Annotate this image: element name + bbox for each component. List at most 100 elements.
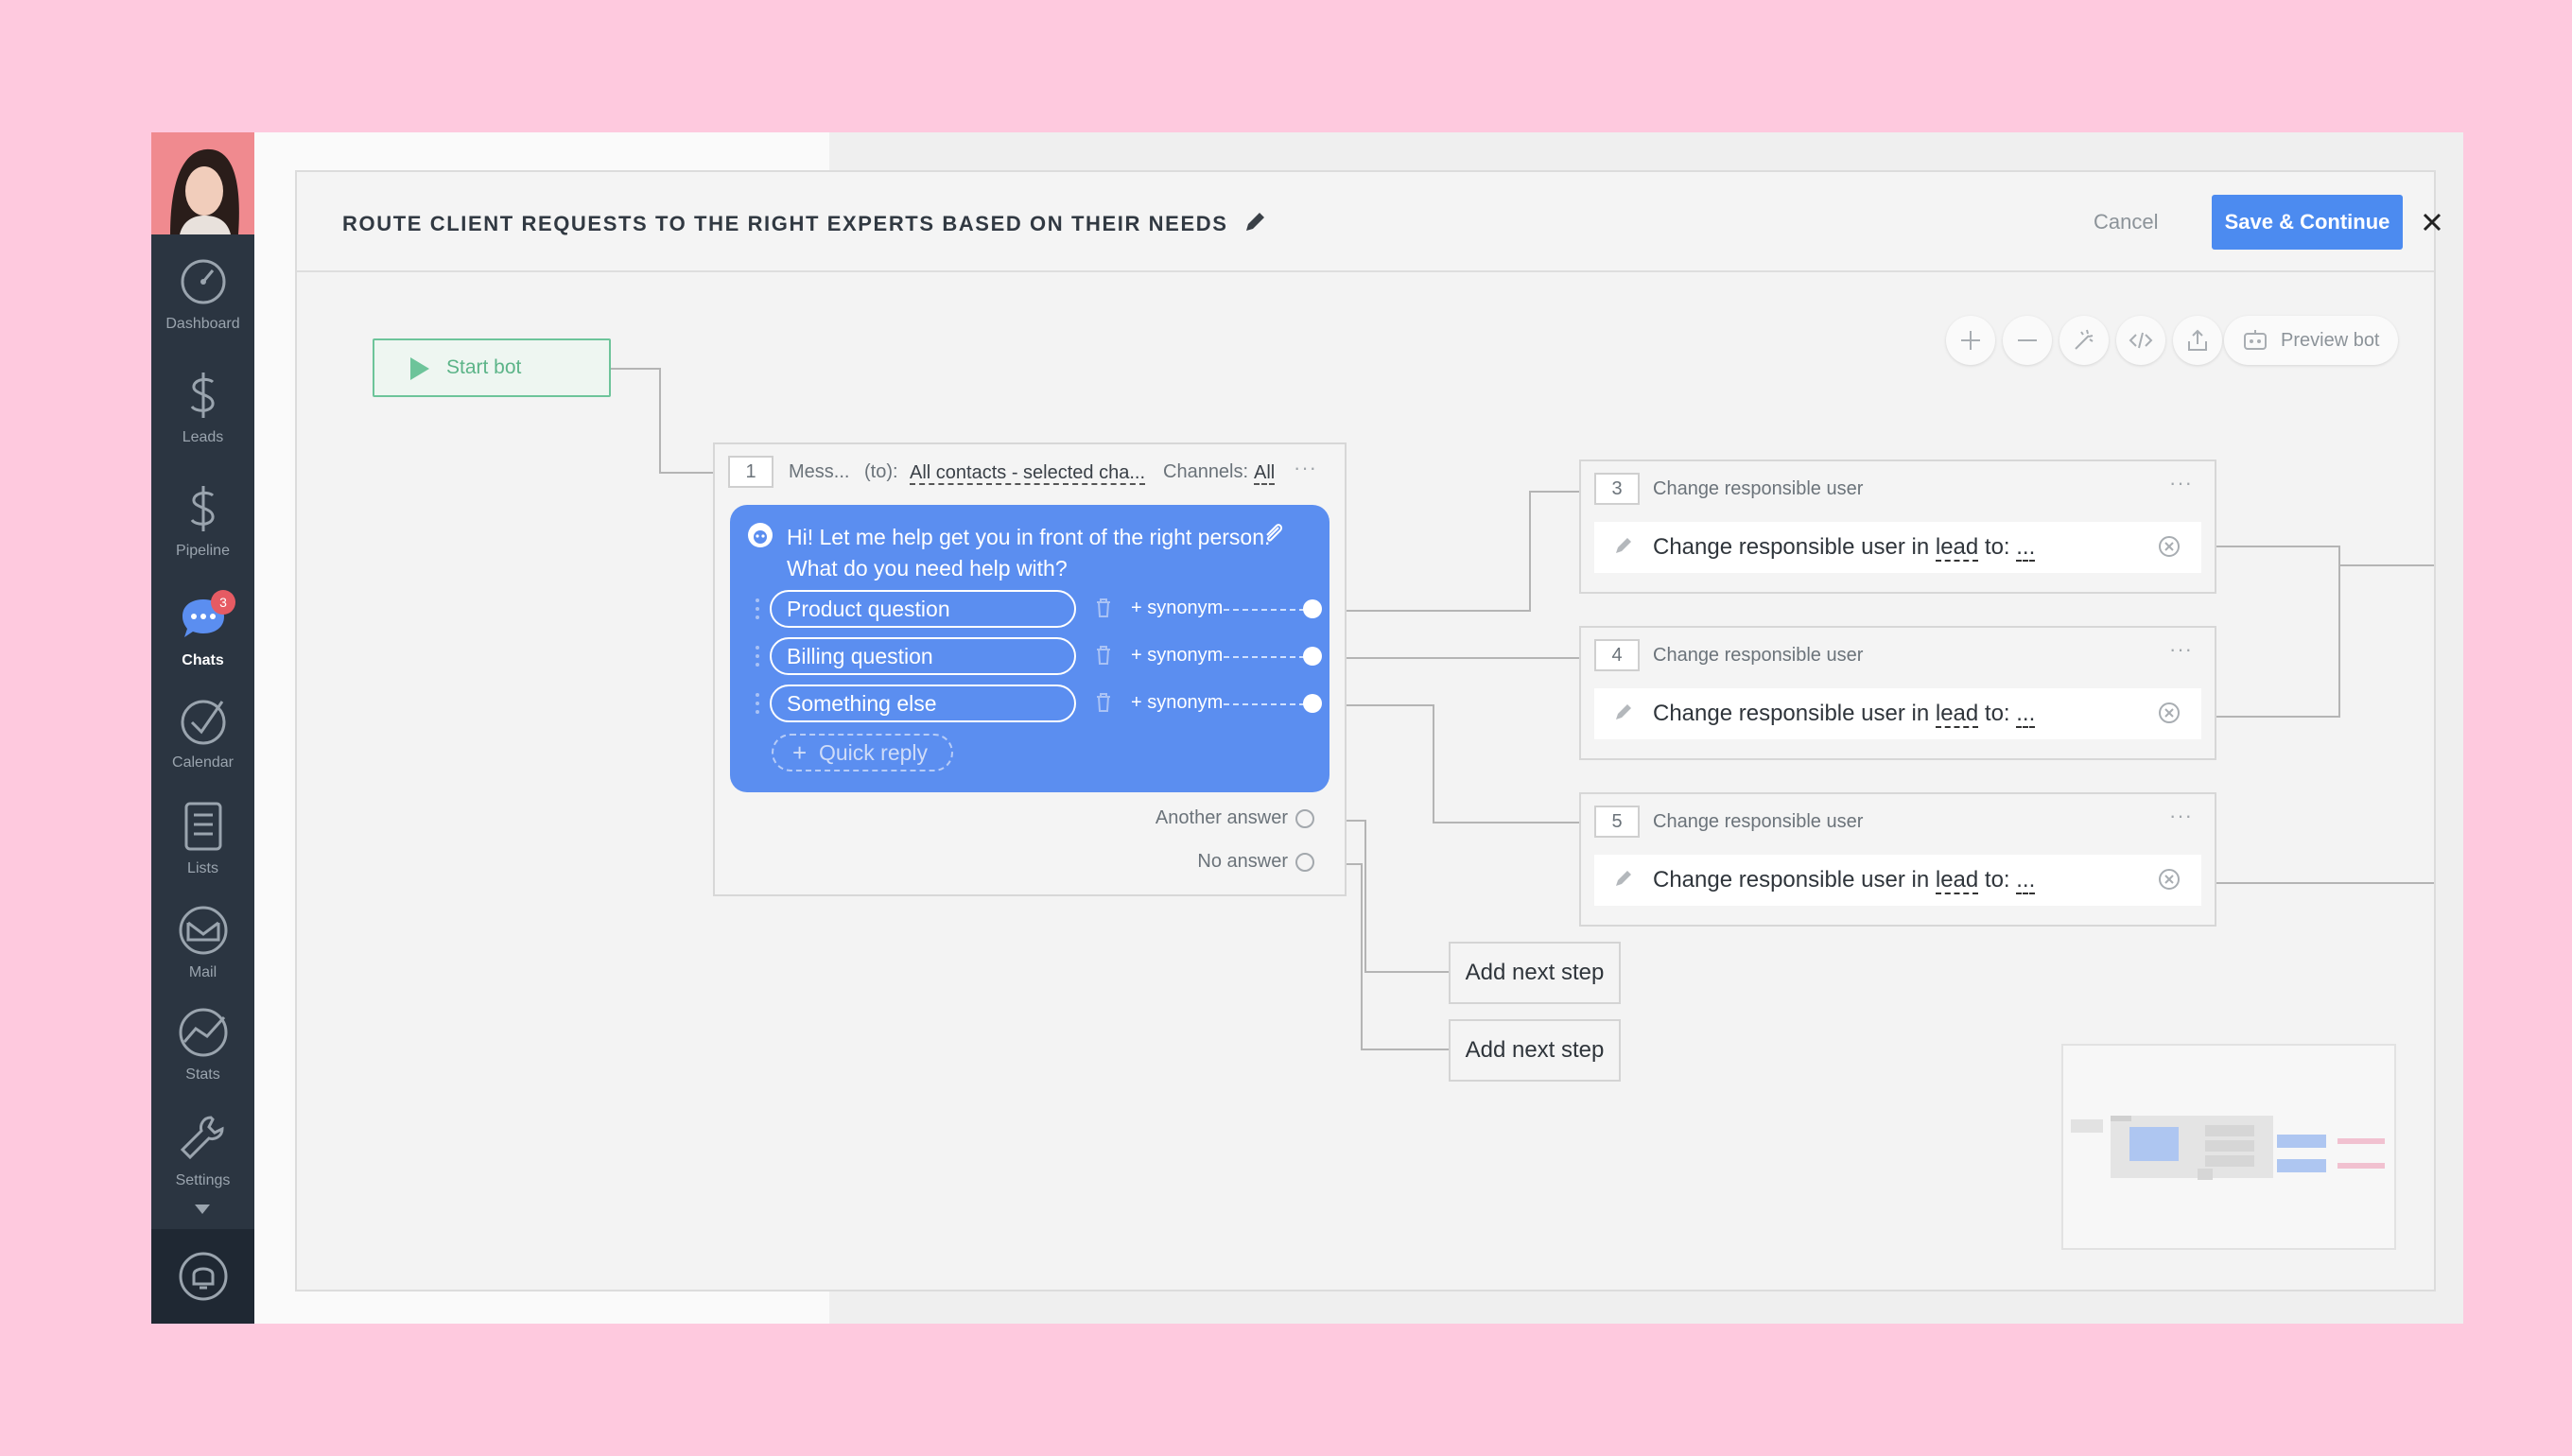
- another-answer-handle[interactable]: [1295, 809, 1314, 828]
- another-answer-label: Another answer: [1155, 807, 1288, 828]
- plus-icon: +: [792, 738, 808, 767]
- add-quick-reply-button[interactable]: + Quick reply: [772, 734, 953, 771]
- step-number: 5: [1594, 806, 1640, 838]
- drag-handle-icon[interactable]: [755, 645, 760, 667]
- sidebar-item-dashboard[interactable]: Dashboard: [151, 253, 254, 333]
- entity-link[interactable]: lead: [1935, 534, 1979, 562]
- code-icon: [2129, 332, 2153, 349]
- bell-icon[interactable]: [177, 1250, 230, 1303]
- zoom-in-button[interactable]: [1946, 316, 1995, 365]
- quick-reply-button[interactable]: Product question: [770, 590, 1076, 628]
- sidebar-item-chats[interactable]: 3 Chats: [151, 590, 254, 669]
- trash-icon[interactable]: [1095, 645, 1112, 666]
- pencil-icon[interactable]: [1613, 535, 1634, 556]
- add-synonym-link[interactable]: + synonym: [1131, 645, 1223, 667]
- more-options-icon[interactable]: ···: [2169, 804, 2193, 828]
- quick-reply-button[interactable]: Billing question: [770, 637, 1076, 675]
- sidebar-item-stats[interactable]: Stats: [151, 1004, 254, 1083]
- user-select-link[interactable]: ...: [2016, 701, 2036, 728]
- step-number: 4: [1594, 639, 1640, 671]
- recipients-link[interactable]: All contacts - selected cha...: [910, 462, 1146, 485]
- step-type: Mess...: [789, 461, 850, 482]
- avatar[interactable]: [151, 132, 254, 234]
- add-next-step-button[interactable]: Add next step: [1449, 1019, 1621, 1082]
- connector-dash: [1224, 609, 1305, 611]
- sidebar-item-leads[interactable]: Leads: [151, 367, 254, 446]
- reply-output-handle[interactable]: [1303, 694, 1322, 713]
- step-action-row[interactable]: Change responsible user in lead to: ...: [1594, 855, 2201, 906]
- remove-icon[interactable]: [2158, 535, 2181, 558]
- trash-icon[interactable]: [1095, 598, 1112, 618]
- entity-link[interactable]: lead: [1935, 867, 1979, 894]
- step-action-row[interactable]: Change responsible user in lead to: ...: [1594, 522, 2201, 573]
- auto-arrange-button[interactable]: [2059, 316, 2109, 365]
- change-user-step-card[interactable]: 4 Change responsible user ··· Change res…: [1579, 626, 2216, 760]
- zoom-out-button[interactable]: [2003, 316, 2052, 365]
- user-select-link[interactable]: ...: [2016, 867, 2036, 894]
- drag-handle-icon[interactable]: [755, 598, 760, 620]
- dashboard-icon: [181, 259, 225, 304]
- more-options-icon[interactable]: ···: [2169, 637, 2193, 662]
- action-text: Change responsible user in lead to: ...: [1653, 701, 2036, 728]
- message-step-card[interactable]: 1 Mess... (to): All contacts - selected …: [713, 442, 1347, 896]
- channels-label: Channels:: [1163, 461, 1249, 482]
- sidebar-item-pipeline[interactable]: Pipeline: [151, 480, 254, 560]
- sidebar-item-label: Stats: [185, 1066, 220, 1083]
- sidebar-item-label: Dashboard: [165, 316, 240, 332]
- add-synonym-link[interactable]: + synonym: [1131, 692, 1223, 714]
- reply-output-handle[interactable]: [1303, 599, 1322, 618]
- pencil-icon[interactable]: [1613, 868, 1634, 889]
- remove-icon[interactable]: [2158, 702, 2181, 724]
- preview-bot-button[interactable]: Preview bot: [2224, 316, 2398, 365]
- message-bubble[interactable]: Hi! Let me help get you in front of the …: [730, 505, 1329, 792]
- drag-handle-icon[interactable]: [755, 692, 760, 715]
- chevron-down-icon[interactable]: [195, 1205, 210, 1214]
- channels-link[interactable]: All: [1254, 462, 1276, 485]
- export-button[interactable]: [2173, 316, 2222, 365]
- notifications-area: [151, 1229, 254, 1324]
- sidebar-item-calendar[interactable]: Calendar: [151, 692, 254, 771]
- minimap[interactable]: [2061, 1044, 2396, 1250]
- sidebar-item-mail[interactable]: Mail: [151, 902, 254, 981]
- start-bot-node[interactable]: Start bot: [373, 338, 611, 397]
- quick-reply-button[interactable]: Something else: [770, 685, 1076, 722]
- pencil-icon[interactable]: [1613, 702, 1634, 722]
- add-synonym-link[interactable]: + synonym: [1131, 598, 1223, 619]
- step-number: 3: [1594, 473, 1640, 505]
- step-number: 1: [728, 456, 773, 488]
- to-label: (to):: [864, 461, 898, 482]
- code-button[interactable]: [2116, 316, 2165, 365]
- sidebar-item-label: Mail: [188, 964, 217, 980]
- minus-icon: [2018, 339, 2037, 341]
- chat-count-badge: 3: [211, 590, 235, 615]
- no-answer-label: No answer: [1197, 851, 1288, 872]
- change-user-step-card[interactable]: 3 Change responsible user ··· Change res…: [1579, 459, 2216, 594]
- more-options-icon[interactable]: ···: [1294, 456, 1317, 480]
- no-answer-handle[interactable]: [1295, 853, 1314, 872]
- entity-link[interactable]: lead: [1935, 701, 1979, 728]
- preview-bot-label: Preview bot: [2281, 330, 2380, 351]
- attachment-icon[interactable]: [1260, 520, 1286, 546]
- bot-preview-icon: [2244, 330, 2267, 350]
- plus-icon: [1961, 331, 1980, 350]
- sidebar-item-lists[interactable]: Lists: [151, 798, 254, 877]
- bot-face-icon: [748, 523, 773, 547]
- stats-icon: [179, 1008, 227, 1057]
- remove-icon[interactable]: [2158, 868, 2181, 891]
- more-options-icon[interactable]: ···: [2169, 471, 2193, 495]
- bot-editor-modal: ROUTE CLIENT REQUESTS TO THE RIGHT EXPER…: [295, 170, 2442, 1291]
- sidebar-item-settings[interactable]: Settings: [151, 1110, 254, 1189]
- step-action-row[interactable]: Change responsible user in lead to: ...: [1594, 688, 2201, 739]
- sidebar-item-label: Leads: [182, 429, 224, 445]
- user-select-link[interactable]: ...: [2016, 534, 2036, 562]
- trash-icon[interactable]: [1095, 692, 1112, 713]
- magic-wand-icon: [2075, 329, 2094, 350]
- action-text: Change responsible user in lead to: ...: [1653, 534, 2036, 562]
- sidebar: Dashboard Leads Pipeline 3 Chats Calenda…: [151, 132, 254, 1324]
- reply-output-handle[interactable]: [1303, 647, 1322, 666]
- change-user-step-card[interactable]: 5 Change responsible user ··· Change res…: [1579, 792, 2216, 927]
- step-title: Change responsible user: [1653, 811, 1864, 832]
- message-text[interactable]: Hi! Let me help get you in front of the …: [787, 522, 1278, 584]
- sidebar-item-label: Pipeline: [176, 543, 230, 559]
- add-next-step-button[interactable]: Add next step: [1449, 942, 1621, 1004]
